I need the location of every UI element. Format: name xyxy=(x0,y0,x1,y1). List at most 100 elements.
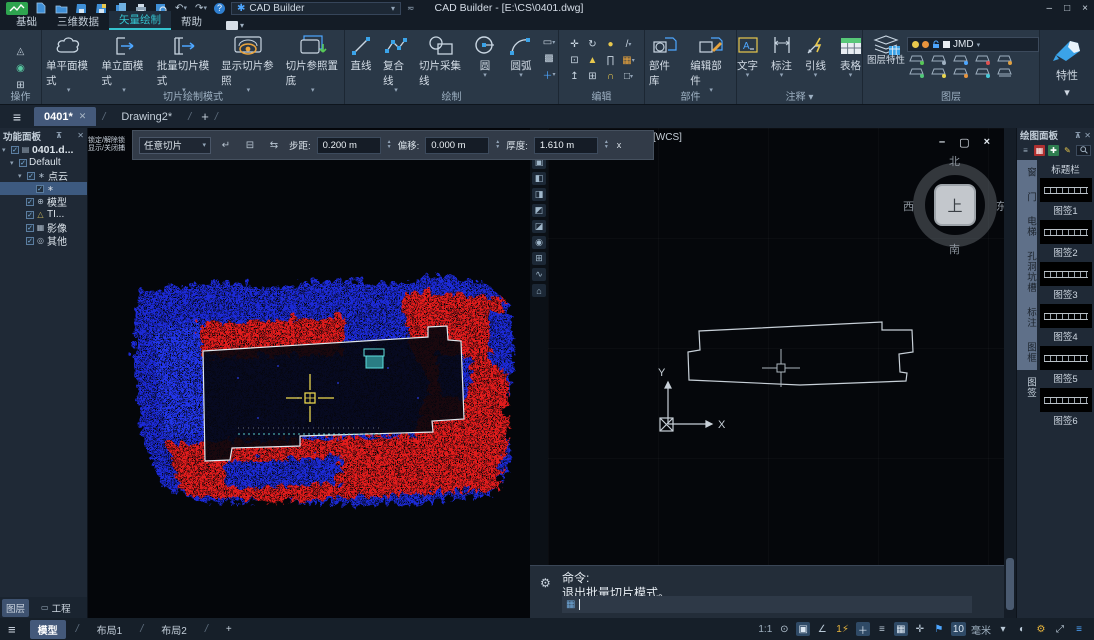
new-tab-button[interactable]: + xyxy=(201,109,209,124)
command-gear-icon[interactable]: ⚙ xyxy=(540,576,551,590)
search-input[interactable] xyxy=(1076,145,1091,156)
tree-item-document[interactable]: ▾✓▤ 0401.d... xyxy=(0,143,87,156)
ortho-mode-icon[interactable]: ∠ xyxy=(815,622,829,636)
single-elevation-mode-button[interactable]: 单立面模式▾ xyxy=(97,33,150,94)
tab-frame[interactable]: 图框 xyxy=(1017,335,1037,370)
annotation-flag-icon[interactable]: ⚑ xyxy=(932,622,946,636)
stretch-tool-icon[interactable]: ↥ xyxy=(566,69,583,84)
layer-restore-icon[interactable] xyxy=(909,67,924,78)
layout-tab-model[interactable]: 模型 xyxy=(30,620,66,639)
layer-freeze-icon[interactable] xyxy=(953,54,968,65)
scale-indicator[interactable]: 1:1 xyxy=(758,624,772,635)
thickness-input[interactable]: 1.610 m xyxy=(534,137,598,154)
layer-isolate-icon[interactable] xyxy=(909,54,924,65)
object-snap-tracking-icon[interactable]: ✛ xyxy=(913,622,927,636)
current-layer-select[interactable]: JMD ▾ xyxy=(907,37,1039,52)
command-input[interactable]: ▦ xyxy=(562,596,972,613)
close-button[interactable]: × xyxy=(1082,3,1088,14)
tab-door[interactable]: 门 xyxy=(1017,185,1037,210)
mirror-tool-icon[interactable]: ▲ xyxy=(584,53,601,68)
tree-item-tin[interactable]: ✓△ TI... xyxy=(0,208,87,221)
grid-snap-icon[interactable]: ▣ xyxy=(796,622,810,636)
offset-input[interactable]: 0.000 m xyxy=(425,137,489,154)
view-side-icon[interactable]: ◨ xyxy=(532,188,546,201)
layer-off-icon[interactable] xyxy=(931,54,946,65)
rectangle-tool-icon[interactable]: ▭▾ xyxy=(540,35,558,49)
component-library-button[interactable]: 部件库 xyxy=(645,33,684,94)
view-iso-se-icon[interactable]: ◪ xyxy=(532,220,546,233)
view-visibility-icon[interactable]: ◉ xyxy=(12,62,30,76)
close-panel-icon[interactable]: ✕ xyxy=(1084,131,1091,140)
list-item[interactable]: 图签1 xyxy=(1040,178,1092,217)
view-home-icon[interactable]: ⌂ xyxy=(532,284,546,297)
list-item[interactable]: 图签6 xyxy=(1040,388,1092,427)
add-block-icon[interactable]: ✚ xyxy=(1048,145,1059,156)
view-orbit-icon[interactable]: ∿ xyxy=(532,268,546,281)
layer-on2-icon[interactable] xyxy=(931,67,946,78)
layer-walk-icon[interactable] xyxy=(997,67,1012,78)
block-thumbnail[interactable] xyxy=(1040,262,1092,286)
slice-prev-icon[interactable]: ↵ xyxy=(217,140,235,151)
menu-tab-3d-data[interactable]: 三维数据 xyxy=(47,13,109,30)
move-tool-icon[interactable]: ✛ xyxy=(566,37,583,52)
view-front-icon[interactable]: ◧ xyxy=(532,172,546,185)
dynamic-input-icon[interactable]: 1⚡ xyxy=(834,622,851,636)
tab-menu-icon[interactable]: ≡ xyxy=(0,109,34,125)
pin-icon[interactable]: ⊼ xyxy=(56,131,63,140)
block-thumbnail[interactable] xyxy=(1040,304,1092,328)
menu-tab-vector-draw[interactable]: 矢量绘制 xyxy=(109,11,171,30)
properties-button[interactable]: 特性 ▾ xyxy=(1040,30,1094,104)
vector-viewport[interactable]: [-][俯视][二维线框] [WCS] – ▢ × 北 南 西 东 上 xyxy=(548,128,1004,565)
help-icon[interactable]: ? xyxy=(214,3,225,14)
tab-annotation[interactable]: 标注 xyxy=(1017,300,1037,335)
layer-unlock2-icon[interactable] xyxy=(975,67,990,78)
panel-menu-icon[interactable]: ≡ xyxy=(1020,145,1031,156)
arc-tool-button[interactable]: 圆弧▾ xyxy=(504,33,538,79)
tree-item-pointcloud[interactable]: ▾✓∗ 点云 xyxy=(0,169,87,182)
doc-tab-drawing2[interactable]: Drawing2* xyxy=(111,107,182,126)
clean-screen-icon[interactable]: ≡ xyxy=(1072,622,1086,636)
workspace-select[interactable]: ✱ CAD Builder ▾ xyxy=(231,2,401,15)
slice-capture-line-button[interactable]: 切片采集线 xyxy=(415,33,466,94)
block-thumbnail[interactable] xyxy=(1040,178,1092,202)
customize-gear-icon[interactable]: ⚙ xyxy=(1034,622,1048,636)
add-layout-button[interactable]: + xyxy=(218,622,240,637)
lock-toggle-label[interactable]: 锁定/解除锁 xyxy=(88,137,132,145)
circle-tool-button[interactable]: 圆▾ xyxy=(468,33,502,79)
line-tool-button[interactable]: 直线 xyxy=(345,33,377,79)
tree-item-model[interactable]: ✓⊕ 模型 xyxy=(0,195,87,208)
close-panel-icon[interactable]: ✕ xyxy=(77,131,84,140)
sidebar-tab-layers[interactable]: 图层 xyxy=(2,599,29,617)
block-thumbnail[interactable] xyxy=(1040,220,1092,244)
edit-component-button[interactable]: 编辑部件▾ xyxy=(686,33,736,94)
tree-item-pointcloud-child[interactable]: ✓∗ xyxy=(0,182,87,195)
rotate-tool-icon[interactable]: ↻ xyxy=(584,37,601,52)
tab-openings[interactable]: 孔洞坑槽 xyxy=(1017,244,1037,300)
ribbon-collapse-control[interactable]: ▾ xyxy=(226,21,244,30)
point-tool-icon[interactable]: ＋▾ xyxy=(540,67,558,81)
fill-tool-icon[interactable]: ● xyxy=(602,37,619,52)
block-thumbnail[interactable] xyxy=(1040,388,1092,412)
pin-icon[interactable]: ⊼ xyxy=(1075,131,1082,140)
step-input[interactable]: 0.200 m xyxy=(317,137,381,154)
maximize-button[interactable]: □ xyxy=(1064,3,1070,14)
list-item[interactable]: 图签4 xyxy=(1040,304,1092,343)
unit-label[interactable]: 毫米 xyxy=(971,622,991,637)
snap-toggle-label[interactable]: 显示/关闭捕 xyxy=(88,145,132,153)
block-thumbnail[interactable] xyxy=(1040,346,1092,370)
view-iso-sw-icon[interactable]: ◩ xyxy=(532,204,546,217)
offset-spinner[interactable]: ▲▼ xyxy=(495,140,500,150)
select-object-icon[interactable]: ◬ xyxy=(12,45,30,59)
list-item[interactable]: 图签2 xyxy=(1040,220,1092,259)
copy-object-tool-icon[interactable]: ⊡ xyxy=(566,53,583,68)
show-slice-reference-button[interactable]: 显示切片参照▾ xyxy=(217,33,279,94)
slice-plane-icon[interactable]: ⊟ xyxy=(241,140,259,151)
doc-tab-0401[interactable]: 0401*✕ xyxy=(34,107,96,126)
tree-item-other[interactable]: ✓◎ 其他 xyxy=(0,234,87,247)
tree-item-default[interactable]: ▾✓ Default xyxy=(0,156,87,169)
minimize-button[interactable]: – xyxy=(1047,3,1053,14)
array-tool-icon[interactable]: ∏ xyxy=(602,53,619,68)
text-tool-button[interactable]: A 文字▾ xyxy=(732,33,764,79)
polyline-tool-button[interactable]: 复合线▾ xyxy=(379,33,413,94)
sidebar-tab-project[interactable]: ▭工程 xyxy=(37,599,75,617)
